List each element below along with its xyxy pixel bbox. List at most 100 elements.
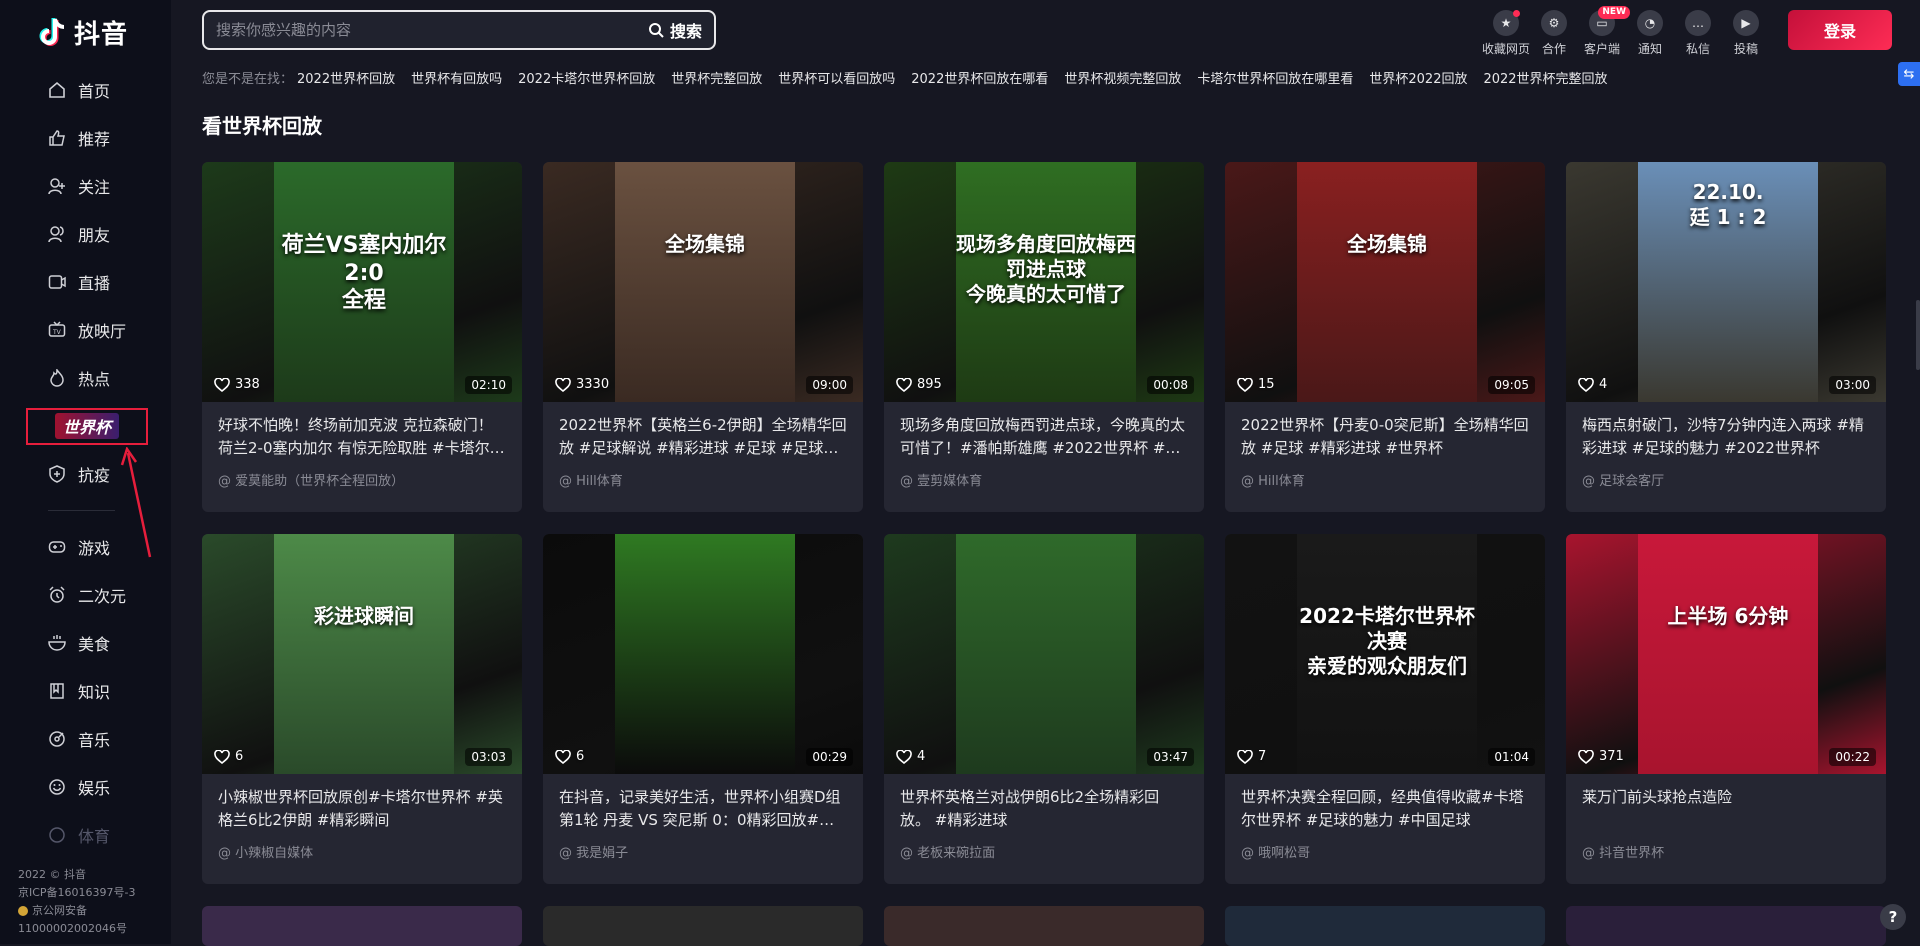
notification-action[interactable]: ◔ 通知 bbox=[1626, 10, 1674, 57]
like-count-text: 4 bbox=[1599, 377, 1607, 392]
overlay-line: 全程 bbox=[274, 287, 454, 315]
client-action[interactable]: ▭ NEW 客户端 bbox=[1578, 10, 1626, 57]
icp-link[interactable]: 京ICP备16016397号-3 bbox=[18, 884, 136, 902]
sidebar-item-recommend[interactable]: 推荐 bbox=[0, 114, 171, 162]
suggestion-link[interactable]: 世界杯2022回放 bbox=[1369, 68, 1467, 87]
video-card[interactable]: 上半场 6分钟37100:22 莱万门前头球抢点造险 @ 抖音世界杯 bbox=[1566, 534, 1886, 884]
overlay-line: 全场集锦 bbox=[615, 232, 795, 257]
video-thumbnail[interactable]: 22.10.廷 1 : 2403:00 bbox=[1566, 162, 1886, 402]
video-thumbnail[interactable]: 2022卡塔尔世界杯决赛亲爱的观众朋友们701:04 bbox=[1225, 534, 1545, 774]
video-card[interactable]: 全场集锦333009:00 2022世界杯【英格兰6-2伊朗】全场精华回放 #足球… bbox=[543, 162, 863, 512]
video-author[interactable]: @ 小辣椒自媒体 bbox=[218, 842, 506, 861]
scrollbar[interactable] bbox=[1916, 300, 1920, 370]
video-title[interactable]: 现场多角度回放梅西罚进点球，今晚真的太可惜了！#潘帕斯雄鹰 #2022世界杯 #… bbox=[900, 414, 1188, 460]
video-title[interactable]: 在抖音，记录美好生活，世界杯小组赛D组第1轮 丹麦 VS 突尼斯 0：0精彩回放… bbox=[559, 786, 847, 832]
sidebar-item-food[interactable]: 美食 bbox=[0, 619, 171, 667]
like-count: 15 bbox=[1237, 377, 1275, 392]
sidebar-item-follow[interactable]: 关注 bbox=[0, 162, 171, 210]
video-card-partial[interactable] bbox=[202, 906, 522, 946]
video-thumbnail[interactable]: 全场集锦1509:05 bbox=[1225, 162, 1545, 402]
video-thumbnail[interactable]: 现场多角度回放梅西罚进点球今晚真的太可惜了89500:08 bbox=[884, 162, 1204, 402]
video-card[interactable]: 彩进球瞬间603:03 小辣椒世界杯回放原创#卡塔尔世界杯 #英格兰6比2伊朗 #… bbox=[202, 534, 522, 884]
video-author[interactable]: @ 抖音世界杯 bbox=[1582, 842, 1870, 861]
sidebar-item-live[interactable]: 直播 bbox=[0, 258, 171, 306]
suggestion-link[interactable]: 世界杯完整回放 bbox=[671, 68, 762, 87]
video-card[interactable]: 403:47 世界杯英格兰对战伊朗6比2全场精彩回放。 #精彩进球 @ 老板来碗拉面 bbox=[884, 534, 1204, 884]
douyin-logo[interactable]: 抖音 bbox=[38, 14, 128, 51]
search-icon bbox=[648, 22, 664, 38]
overlay-line: 荷兰VS塞内加尔 bbox=[274, 232, 454, 260]
sidebar-item-music[interactable]: 音乐 bbox=[0, 715, 171, 763]
video-author[interactable]: @ Hill体育 bbox=[1241, 470, 1529, 489]
video-card[interactable]: 2022卡塔尔世界杯决赛亲爱的观众朋友们701:04 世界杯决赛全程回顾，经典值得… bbox=[1225, 534, 1545, 884]
like-count: 6 bbox=[555, 749, 584, 764]
suggestion-link[interactable]: 世界杯视频完整回放 bbox=[1064, 68, 1181, 87]
bookmark-action[interactable]: ★ 收藏网页 bbox=[1482, 10, 1530, 57]
video-title[interactable]: 小辣椒世界杯回放原创#卡塔尔世界杯 #英格兰6比2伊朗 #精彩瞬间 bbox=[218, 786, 506, 832]
search-input[interactable] bbox=[204, 22, 640, 39]
sidebar-item-knowledge[interactable]: 知识 bbox=[0, 667, 171, 715]
cooperation-action[interactable]: ⚙ 合作 bbox=[1530, 10, 1578, 57]
sidebar-item-anime[interactable]: 二次元 bbox=[0, 571, 171, 619]
video-card[interactable]: 荷兰VS塞内加尔2:0全程33802:10 好球不怕晚！终场前加克波 克拉森破门！… bbox=[202, 162, 522, 512]
video-title[interactable]: 梅西点射破门，沙特7分钟内连入两球 #精彩进球 #足球的魅力 #2022世界杯 bbox=[1582, 414, 1870, 460]
sidebar-item-friends[interactable]: 朋友 bbox=[0, 210, 171, 258]
video-card-partial[interactable] bbox=[1566, 906, 1886, 946]
video-card-partial[interactable] bbox=[1225, 906, 1545, 946]
heart-icon bbox=[214, 378, 230, 392]
suggestion-link[interactable]: 卡塔尔世界杯回放在哪里看 bbox=[1197, 68, 1353, 87]
suggestion-link[interactable]: 2022卡塔尔世界杯回放 bbox=[518, 68, 655, 87]
video-author[interactable]: @ Hill体育 bbox=[559, 470, 847, 489]
search-button[interactable]: 搜索 bbox=[640, 12, 714, 48]
login-button[interactable]: 登录 bbox=[1788, 10, 1892, 50]
upload-action[interactable]: ▶ 投稿 bbox=[1722, 10, 1770, 57]
suggestion-link[interactable]: 2022世界杯回放 bbox=[297, 68, 395, 87]
video-title[interactable]: 世界杯决赛全程回顾，经典值得收藏#卡塔尔世界杯 #足球的魅力 #中国足球 bbox=[1241, 786, 1529, 832]
video-card[interactable]: 全场集锦1509:05 2022世界杯【丹麦0-0突尼斯】全场精华回放 #足球 #… bbox=[1225, 162, 1545, 512]
floating-tool-icon[interactable]: ⇆ bbox=[1898, 62, 1920, 86]
video-author[interactable]: @ 哦啊松哥 bbox=[1241, 842, 1529, 861]
video-card[interactable]: 现场多角度回放梅西罚进点球今晚真的太可惜了89500:08 现场多角度回放梅西罚进… bbox=[884, 162, 1204, 512]
police-record[interactable]: 京公网安备 bbox=[18, 902, 136, 920]
video-thumbnail[interactable]: 荷兰VS塞内加尔2:0全程33802:10 bbox=[202, 162, 522, 402]
video-card[interactable]: 600:29 在抖音，记录美好生活，世界杯小组赛D组第1轮 丹麦 VS 突尼斯 0… bbox=[543, 534, 863, 884]
douyin-logo-icon bbox=[38, 17, 68, 49]
thumbnail-overlay-text: 全场集锦 bbox=[615, 232, 795, 257]
video-author[interactable]: @ 足球会客厅 bbox=[1582, 470, 1870, 489]
suggestion-link[interactable]: 世界杯可以看回放吗 bbox=[778, 68, 895, 87]
thumbnail-overlay-text: 荷兰VS塞内加尔2:0全程 bbox=[274, 232, 454, 315]
sidebar-item-cinema[interactable]: TV 放映厅 bbox=[0, 306, 171, 354]
suggestion-link[interactable]: 2022世界杯完整回放 bbox=[1483, 68, 1607, 87]
video-title[interactable]: 2022世界杯【英格兰6-2伊朗】全场精华回放 #足球解说 #精彩进球 #足球 … bbox=[559, 414, 847, 460]
video-thumbnail[interactable]: 上半场 6分钟37100:22 bbox=[1566, 534, 1886, 774]
sidebar-item-sports[interactable]: 体育 bbox=[0, 811, 171, 859]
sidebar-item-worldcup[interactable]: 世界杯 bbox=[0, 402, 171, 450]
video-author[interactable]: @ 我是娟子 bbox=[559, 842, 847, 861]
suggestion-link[interactable]: 世界杯有回放吗 bbox=[411, 68, 502, 87]
thumbs-up-icon bbox=[48, 129, 66, 147]
video-author[interactable]: @ 老板来碗拉面 bbox=[900, 842, 1188, 861]
overlay-line: 上半场 6分钟 bbox=[1638, 604, 1818, 629]
video-thumbnail[interactable]: 600:29 bbox=[543, 534, 863, 774]
help-icon[interactable]: ? bbox=[1880, 904, 1906, 930]
sidebar-item-entertainment[interactable]: 娱乐 bbox=[0, 763, 171, 811]
sidebar-item-label: 二次元 bbox=[78, 583, 126, 607]
video-thumbnail[interactable]: 全场集锦333009:00 bbox=[543, 162, 863, 402]
sidebar-item-home[interactable]: 首页 bbox=[0, 66, 171, 114]
video-thumbnail[interactable]: 403:47 bbox=[884, 534, 1204, 774]
video-title[interactable]: 世界杯英格兰对战伊朗6比2全场精彩回放。 #精彩进球 bbox=[900, 786, 1188, 832]
video-card-partial[interactable] bbox=[884, 906, 1204, 946]
video-duration: 03:03 bbox=[465, 748, 512, 766]
suggestion-link[interactable]: 2022世界杯回放在哪看 bbox=[911, 68, 1048, 87]
video-author[interactable]: @ 壹剪媒体育 bbox=[900, 470, 1188, 489]
video-title[interactable]: 好球不怕晚！终场前加克波 克拉森破门！荷兰2-0塞内加尔 有惊无险取胜 #卡塔尔… bbox=[218, 414, 506, 460]
sidebar-item-hot[interactable]: 热点 bbox=[0, 354, 171, 402]
video-card-partial[interactable] bbox=[543, 906, 863, 946]
message-action[interactable]: … 私信 bbox=[1674, 10, 1722, 57]
video-thumbnail[interactable]: 彩进球瞬间603:03 bbox=[202, 534, 522, 774]
overlay-line: 22.10. bbox=[1638, 180, 1818, 205]
video-title[interactable]: 莱万门前头球抢点造险 bbox=[1582, 786, 1870, 832]
video-card[interactable]: 22.10.廷 1 : 2403:00 梅西点射破门，沙特7分钟内连入两球 #精彩… bbox=[1566, 162, 1886, 512]
video-title[interactable]: 2022世界杯【丹麦0-0突尼斯】全场精华回放 #足球 #精彩进球 #世界杯 bbox=[1241, 414, 1529, 460]
video-author[interactable]: @ 爱莫能助（世界杯全程回放） bbox=[218, 470, 506, 489]
